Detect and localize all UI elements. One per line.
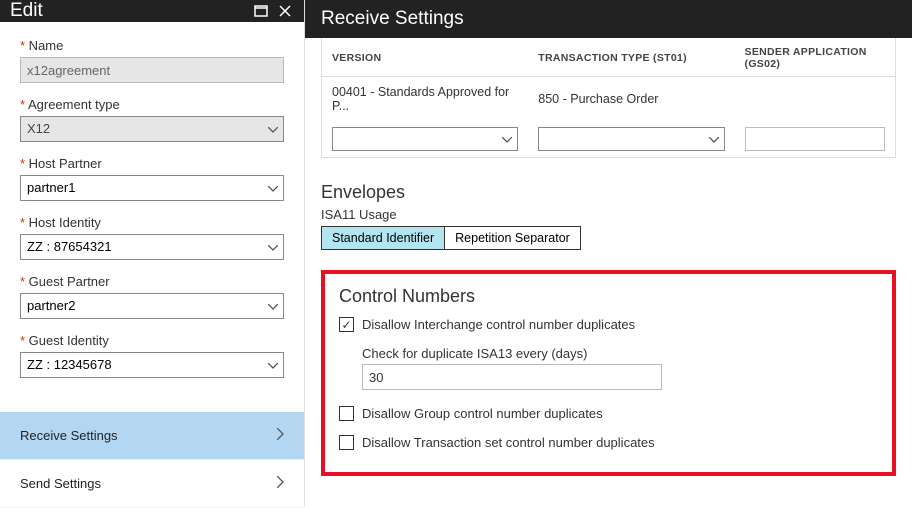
receive-settings-body: VERSION TRANSACTION TYPE (ST01) SENDER A… [305, 38, 912, 506]
disallow-group-checkbox[interactable] [339, 406, 354, 421]
host-identity-label: Host Identity [20, 215, 284, 230]
sender-application-input[interactable] [745, 127, 885, 151]
control-numbers-title: Control Numbers [339, 286, 878, 307]
host-identity-select[interactable]: ZZ : 87654321 [20, 234, 284, 260]
close-icon[interactable] [276, 2, 294, 20]
cell-version: 00401 - Standards Approved for P... [322, 77, 528, 122]
settings-nav: Receive Settings Send Settings [0, 412, 304, 508]
host-partner-select[interactable]: partner1 [20, 175, 284, 201]
toggle-repetition-separator[interactable]: Repetition Separator [444, 227, 580, 249]
guest-partner-label: Guest Partner [20, 274, 284, 289]
table-row: 00401 - Standards Approved for P... 850 … [322, 77, 895, 122]
envelopes-title: Envelopes [321, 182, 896, 203]
edit-panel: Edit Name Agreement type X12 Host Partne… [0, 0, 305, 506]
isa13-days-field: Check for duplicate ISA13 every (days) [362, 346, 878, 390]
maximize-icon[interactable] [252, 2, 270, 20]
isa13-days-label: Check for duplicate ISA13 every (days) [362, 346, 878, 361]
col-sender: SENDER APPLICATION (GS02) [735, 38, 895, 77]
disallow-transaction-row: Disallow Transaction set control number … [339, 435, 878, 450]
guest-identity-select[interactable]: ZZ : 12345678 [20, 352, 284, 378]
disallow-interchange-row: Disallow Interchange control number dupl… [339, 317, 878, 332]
version-select[interactable] [332, 127, 518, 151]
field-agreement-type: Agreement type X12 [20, 97, 284, 142]
edit-header-icons [252, 2, 294, 20]
edit-panel-header: Edit [0, 0, 304, 22]
isa11-label: ISA11 Usage [321, 207, 896, 222]
receive-settings-title: Receive Settings [321, 8, 464, 30]
disallow-transaction-checkbox[interactable] [339, 435, 354, 450]
isa13-days-input[interactable] [362, 364, 662, 390]
nav-label: Receive Settings [20, 428, 118, 443]
agreement-type-label: Agreement type [20, 97, 284, 112]
field-host-partner: Host Partner partner1 [20, 156, 284, 201]
nav-receive-settings[interactable]: Receive Settings [0, 412, 304, 460]
disallow-group-row: Disallow Group control number duplicates [339, 406, 878, 421]
cell-transaction: 850 - Purchase Order [528, 77, 734, 122]
disallow-group-label: Disallow Group control number duplicates [362, 406, 603, 421]
field-guest-partner: Guest Partner partner2 [20, 274, 284, 319]
disallow-interchange-checkbox[interactable] [339, 317, 354, 332]
guest-partner-select[interactable]: partner2 [20, 293, 284, 319]
host-partner-label: Host Partner [20, 156, 284, 171]
nav-send-settings[interactable]: Send Settings [0, 460, 304, 508]
transaction-type-select[interactable] [538, 127, 724, 151]
chevron-right-icon [277, 428, 284, 443]
name-input[interactable] [20, 57, 284, 83]
field-guest-identity: Guest Identity ZZ : 12345678 [20, 333, 284, 378]
agreement-type-select[interactable]: X12 [20, 116, 284, 142]
edit-panel-title: Edit [10, 0, 43, 22]
field-name: Name [20, 38, 284, 83]
name-label: Name [20, 38, 284, 53]
control-numbers-section: Control Numbers Disallow Interchange con… [321, 270, 896, 476]
guest-identity-label: Guest Identity [20, 333, 284, 348]
receive-settings-header: Receive Settings [305, 0, 912, 38]
table-row-new [322, 121, 895, 157]
col-version: VERSION [322, 38, 528, 77]
disallow-transaction-label: Disallow Transaction set control number … [362, 435, 655, 450]
toggle-standard-identifier[interactable]: Standard Identifier [322, 227, 444, 249]
col-transaction: TRANSACTION TYPE (ST01) [528, 38, 734, 77]
schemas-table: VERSION TRANSACTION TYPE (ST01) SENDER A… [321, 38, 896, 158]
cell-sender [735, 77, 895, 122]
isa11-toggle: Standard Identifier Repetition Separator [321, 226, 581, 250]
chevron-right-icon [277, 476, 284, 491]
disallow-interchange-label: Disallow Interchange control number dupl… [362, 317, 635, 332]
nav-label: Send Settings [20, 476, 101, 491]
edit-form: Name Agreement type X12 Host Partner par… [0, 22, 304, 402]
receive-settings-panel: Receive Settings VERSION TRANSACTION TYP… [305, 0, 912, 506]
field-host-identity: Host Identity ZZ : 87654321 [20, 215, 284, 260]
